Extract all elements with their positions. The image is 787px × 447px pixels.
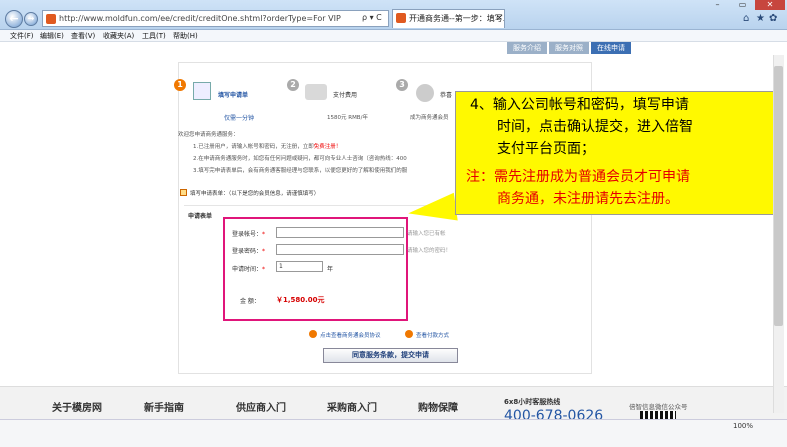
- submit-button[interactable]: 同意服务条款，提交申请: [323, 348, 458, 363]
- footer-about[interactable]: 关于模房网: [52, 399, 102, 414]
- form-hint: 填写申请表单：（以下是您的会员信息，请谨慎填写）: [190, 191, 320, 197]
- footer-protection[interactable]: 购物保障: [418, 399, 458, 414]
- form-document-icon: [193, 82, 211, 100]
- menu-favorites[interactable]: 收藏夹(A): [103, 30, 134, 42]
- zoom-level[interactable]: 100%: [733, 422, 753, 430]
- step-1-sub: 仅需一分钟: [224, 115, 255, 122]
- status-bar: [0, 419, 787, 447]
- step-3-number: 3: [396, 79, 408, 91]
- nav-service-compare[interactable]: 服务对照: [549, 42, 589, 54]
- intro-line-3: 3.填写完申请表单后，会有商务通客服经理与您联系，以便您更好的了解和使用我们的服: [193, 168, 408, 174]
- menu-help[interactable]: 帮助(H): [173, 30, 198, 42]
- footer-supplier[interactable]: 供应商入门: [236, 399, 286, 414]
- menu-edit[interactable]: 编辑(E): [40, 30, 64, 42]
- scrollbar-thumb[interactable]: [774, 66, 783, 326]
- address-bar[interactable]: http://www.moldfun.com/ee/credit/creditO…: [42, 10, 389, 27]
- footer-guide[interactable]: 新手指南: [144, 399, 184, 414]
- close-button[interactable]: ✕: [755, 0, 785, 10]
- menu-file[interactable]: 文件(F): [10, 30, 34, 42]
- step-2-title: 支付费用: [333, 92, 358, 99]
- success-icon: [416, 84, 434, 102]
- wechat-label: 倍智信息微信公众号: [629, 403, 688, 411]
- callout-note-2: 商务通，未注册请先去注册。: [497, 191, 679, 207]
- step-1-title: 填写申请单: [218, 92, 249, 99]
- tab-close-icon[interactable]: ×: [496, 13, 503, 22]
- nav-service-intro[interactable]: 服务介绍: [507, 42, 547, 54]
- duration-label: 申请时间：*: [232, 266, 266, 273]
- qr-code-icon: [640, 411, 676, 419]
- callout-line-3: 支付平台页面；: [497, 141, 595, 157]
- form-section-title: 申请表单: [188, 213, 213, 220]
- step-1-number: 1: [174, 79, 186, 91]
- favorites-icon[interactable]: ★: [756, 13, 765, 24]
- payment-method-link[interactable]: 查看付款方式: [416, 331, 449, 339]
- menu-bar: 文件(F) 编辑(E) 查看(V) 收藏夹(A) 工具(T) 帮助(H): [0, 30, 787, 42]
- footer-buyer[interactable]: 采购商入门: [327, 399, 377, 414]
- password-hint: 请输入您的密码！: [407, 248, 452, 254]
- edit-icon: [180, 189, 187, 196]
- intro-title: 欢迎您申请商务通服务：: [178, 132, 239, 138]
- forward-button[interactable]: →: [24, 12, 38, 26]
- nav-online-apply[interactable]: 在线申请: [591, 42, 631, 54]
- callout-line-2: 时间，点击确认提交，进入倍智: [497, 119, 693, 135]
- account-label: 登录帐号：*: [232, 231, 266, 238]
- password-label: 登录密码：*: [232, 248, 266, 255]
- duration-input[interactable]: 1: [276, 261, 323, 272]
- minimize-button[interactable]: –: [705, 0, 730, 10]
- menu-view[interactable]: 查看(V): [71, 30, 95, 42]
- register-link[interactable]: 免费注册！: [314, 144, 342, 150]
- step-2-sub: 1580元 RMB/年: [327, 115, 368, 121]
- home-icon[interactable]: ⌂: [743, 13, 749, 24]
- tab-favicon-icon: [396, 13, 406, 23]
- password-input[interactable]: [276, 244, 404, 255]
- arrow-icon: [309, 330, 317, 338]
- step-3-title: 恭喜: [440, 92, 453, 99]
- settings-gear-icon[interactable]: ✿: [769, 13, 777, 24]
- account-hint: 请输入您已有帐: [407, 231, 446, 237]
- site-favicon-icon: [46, 14, 56, 24]
- back-button[interactable]: ←: [5, 10, 23, 28]
- intro-line-2: 2.在申请商务通服务时，如您有任何问题或疑问，都可向专业人士咨询（咨询热线：40…: [193, 156, 407, 162]
- fee-label: 金 额：: [240, 298, 260, 305]
- step-2-number: 2: [287, 79, 299, 91]
- step-3-sub: 成为商务通会员: [410, 115, 449, 121]
- agreement-link[interactable]: 点击查看商务通会员协议: [320, 331, 381, 339]
- menu-tools[interactable]: 工具(T): [142, 30, 166, 42]
- callout-line-1: 4、输入公司帐号和密码，填写申请: [470, 97, 689, 113]
- payment-icon: [305, 84, 327, 100]
- intro-line-1: 1.已注册用户，请输入帐号和密码，无注册，立即免费注册！: [193, 144, 342, 150]
- duration-unit: 年: [327, 266, 334, 273]
- search-refresh-controls[interactable]: ρ ▾ C: [362, 13, 382, 22]
- browser-tab[interactable]: 开通商务通--第一步：填写...: [392, 9, 505, 28]
- account-input[interactable]: [276, 227, 404, 238]
- hotline-label: 6x8小时客服热线: [504, 398, 561, 406]
- arrow-icon: [405, 330, 413, 338]
- maximize-button[interactable]: ▭: [730, 0, 755, 10]
- fee-value: ￥1,580.00元: [276, 296, 325, 304]
- callout-note-1: 注：需先注册成为普通会员才可申请: [466, 169, 690, 185]
- site-top-nav: 服务介绍 服务对照 在线申请: [507, 42, 633, 54]
